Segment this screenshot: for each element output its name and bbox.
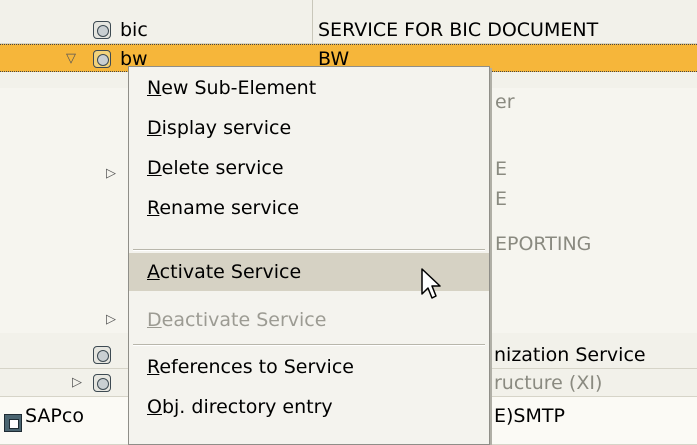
tree-row-bic[interactable]: bic SERVICE FOR BIC DOCUMENT (0, 16, 697, 44)
node-name: bic (120, 19, 148, 41)
menu-separator (133, 344, 485, 346)
node-description: E (495, 158, 508, 180)
node-description: SERVICE FOR BIC DOCUMENT (318, 19, 599, 41)
menu-item-object-directory-entry[interactable]: Obj. directory entry (129, 388, 489, 426)
menu-item-delete-service[interactable]: Delete service (129, 149, 489, 187)
context-menu: New Sub-Element Display service Delete s… (128, 66, 490, 445)
expand-triangle-icon[interactable]: ▷ (106, 160, 116, 188)
sap-node-icon (4, 414, 22, 432)
node-description: E (495, 188, 508, 210)
menu-separator (133, 249, 485, 251)
service-node-icon (93, 50, 111, 68)
menu-item-new-sub-element[interactable]: New Sub-Element (129, 69, 489, 107)
menu-item-deactivate-service: Deactivate Service (147, 309, 327, 331)
node-description: EPORTING (495, 233, 592, 255)
collapse-triangle-icon[interactable]: ▽ (66, 45, 76, 73)
expand-triangle-icon[interactable]: ▷ (72, 369, 82, 397)
service-node-icon (93, 21, 111, 39)
node-description: nization Service (494, 344, 646, 366)
node-description: er (495, 91, 515, 113)
node-description: ructure (XI) (494, 372, 603, 394)
node-name: SAPco (25, 405, 84, 427)
node-description: E)SMTP (494, 405, 565, 427)
expand-triangle-icon[interactable]: ▷ (106, 306, 116, 334)
service-node-icon (93, 346, 111, 364)
menu-item-display-service[interactable]: Display service (129, 109, 489, 147)
service-node-icon (93, 374, 111, 392)
menu-item-rename-service[interactable]: Rename service (129, 189, 489, 227)
mouse-cursor-icon (421, 268, 441, 299)
menu-item-references-to-service[interactable]: References to Service (129, 348, 489, 386)
